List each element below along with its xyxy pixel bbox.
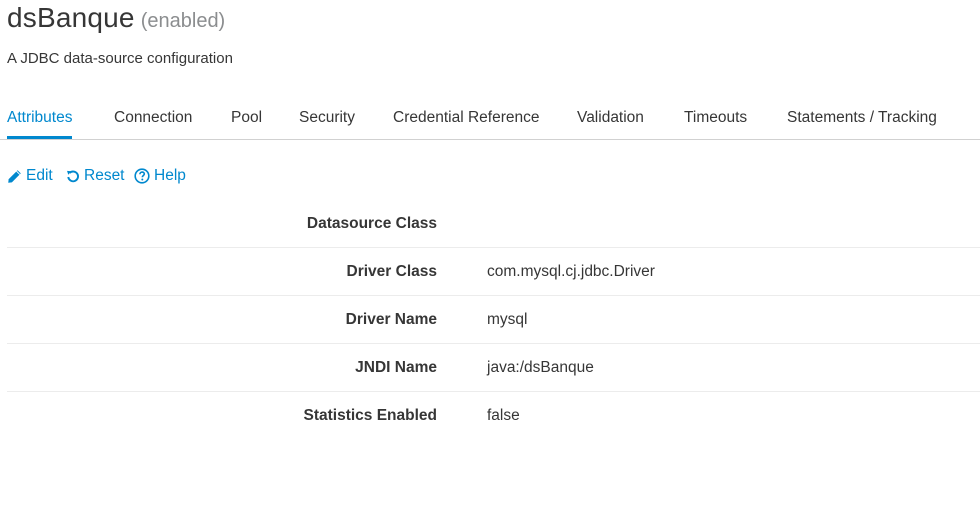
attribute-value: mysql	[487, 311, 528, 328]
attribute-row: Statistics Enabled false	[7, 392, 980, 439]
page-title: dsBanque	[7, 2, 135, 33]
tab-credential-reference[interactable]: Credential Reference	[393, 98, 539, 138]
status-label: (enabled)	[140, 10, 226, 32]
reset-label: Reset	[84, 167, 125, 184]
attribute-label: Datasource Class	[306, 215, 437, 232]
attribute-row: Datasource Class	[7, 200, 980, 248]
reset-button[interactable]: Reset	[66, 165, 125, 187]
tab-connection[interactable]: Connection	[114, 98, 192, 138]
question-circle-icon	[134, 168, 150, 184]
datasource-page: dsBanque (enabled) A JDBC data-source con…	[0, 0, 980, 525]
page-header: dsBanque (enabled)	[7, 2, 225, 34]
attribute-label: JNDI Name	[355, 359, 437, 376]
edit-label: Edit	[26, 167, 53, 184]
attribute-row: Driver Name mysql	[7, 296, 980, 344]
pencil-icon	[8, 169, 21, 183]
attribute-row: JNDI Name java:/dsBanque	[7, 344, 980, 392]
tab-bar: Attributes Connection Pool Security Cred…	[0, 98, 980, 140]
help-button[interactable]: Help	[134, 165, 186, 187]
tab-pool[interactable]: Pool	[231, 98, 262, 138]
attribute-value: false	[487, 407, 520, 424]
attribute-label: Driver Class	[346, 263, 437, 280]
page-subtitle: A JDBC data-source configuration	[7, 50, 233, 67]
attributes-table: Datasource Class Driver Class com.mysql.…	[7, 200, 980, 439]
undo-icon	[67, 170, 79, 183]
attribute-value: java:/dsBanque	[487, 359, 594, 376]
tab-timeouts[interactable]: Timeouts	[684, 98, 747, 138]
attribute-row: Driver Class com.mysql.cj.jdbc.Driver	[7, 248, 980, 296]
tab-statements-tracking[interactable]: Statements / Tracking	[787, 98, 937, 138]
attribute-value: com.mysql.cj.jdbc.Driver	[487, 263, 655, 280]
help-label: Help	[154, 167, 186, 184]
attribute-label: Statistics Enabled	[303, 407, 437, 424]
edit-button[interactable]: Edit	[7, 165, 53, 187]
attribute-label: Driver Name	[345, 311, 437, 328]
tab-attributes[interactable]: Attributes	[7, 98, 73, 139]
tab-validation[interactable]: Validation	[577, 98, 644, 138]
tab-security[interactable]: Security	[299, 98, 355, 138]
